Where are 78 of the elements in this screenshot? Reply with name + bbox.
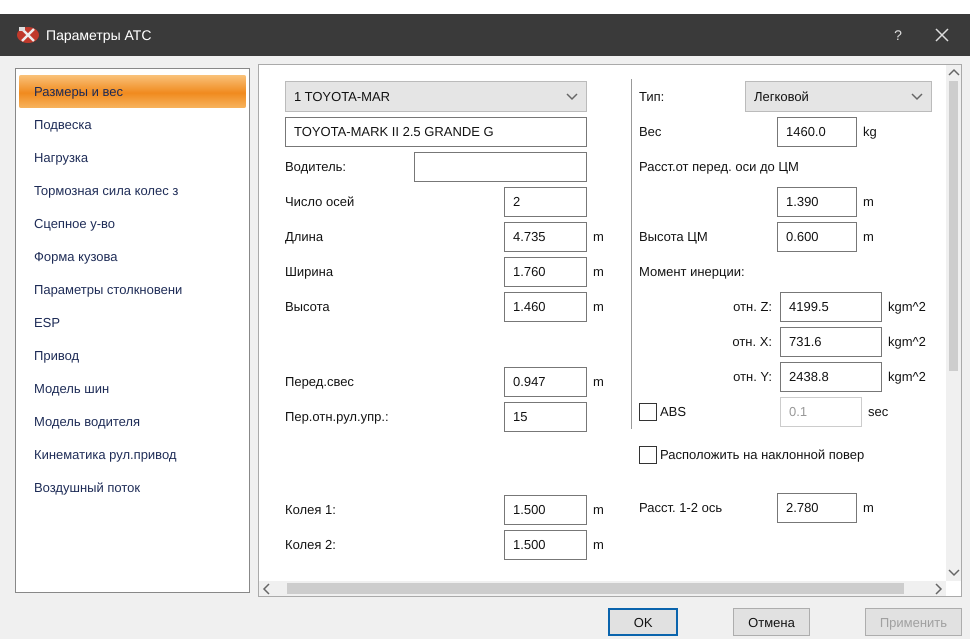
unit-label: m — [593, 537, 604, 552]
field-label: Пер.отн.рул.упр.: — [285, 409, 390, 424]
field-label: Колея 1: — [285, 502, 337, 517]
input-field[interactable] — [414, 152, 587, 182]
checkbox[interactable] — [639, 446, 657, 464]
field-label: отн. X: — [731, 334, 773, 349]
field-label: Тип: — [639, 89, 666, 104]
unit-label: kgm^2 — [888, 334, 926, 349]
field-label: Ширина — [285, 264, 334, 279]
input-field[interactable]: 1.500 — [504, 494, 587, 524]
input-field[interactable]: 2.780 — [777, 492, 857, 522]
field-label: Колея 2: — [285, 537, 337, 552]
input-field[interactable]: 1.500 — [504, 530, 587, 560]
sidebar-item[interactable]: Модель шин — [19, 372, 246, 405]
sidebar-item[interactable]: Форма кузова — [19, 240, 246, 273]
checkbox-label: ABS — [660, 404, 686, 419]
input-field[interactable]: 4199.5 — [780, 292, 882, 322]
dropdown[interactable]: 1 TOYOTA-MAR — [285, 81, 587, 112]
unit-label: m — [593, 502, 604, 517]
input-field[interactable]: 731.6 — [780, 326, 882, 356]
help-button[interactable]: ? — [878, 26, 918, 44]
input-field[interactable]: 2438.8 — [780, 362, 882, 392]
field-label: Длина — [285, 229, 324, 244]
sidebar-item[interactable]: Модель водителя — [19, 405, 246, 438]
unit-label: m — [593, 264, 604, 279]
horizontal-scrollbar[interactable] — [259, 581, 946, 596]
unit-label: m — [593, 374, 604, 389]
sidebar-item[interactable]: Параметры столкновени — [19, 273, 246, 306]
unit-label: kgm^2 — [888, 299, 926, 314]
unit-label: m — [863, 194, 874, 209]
field-label: Число осей — [285, 194, 356, 209]
unit-label: m — [863, 500, 874, 515]
section-label: Расст.от перед. оси до ЦМ — [639, 159, 800, 174]
vertical-scrollbar[interactable] — [946, 65, 961, 581]
sidebar-item[interactable]: Привод — [19, 339, 246, 372]
field-label: Вес — [639, 124, 662, 139]
dialog-button[interactable]: Отмена — [733, 608, 810, 636]
field-label: отн. Z: — [732, 299, 773, 314]
chevron-down-icon — [911, 90, 923, 102]
input-field[interactable]: 0.947 — [504, 366, 587, 396]
unit-label: sec — [868, 404, 888, 419]
app-icon — [16, 25, 40, 45]
input-field[interactable]: 2 — [504, 186, 587, 216]
unit-label: m — [593, 229, 604, 244]
unit-label: m — [863, 229, 874, 244]
checkbox-label: Расположить на наклонной повер — [660, 447, 864, 462]
unit-label: kgm^2 — [888, 369, 926, 384]
field-label: Высота ЦМ — [639, 229, 709, 244]
dropdown[interactable]: Легковой — [745, 81, 932, 112]
input-field[interactable]: 0.600 — [777, 222, 857, 252]
window-title: Параметры АТС — [46, 27, 152, 43]
input-field[interactable]: 1.760 — [504, 256, 587, 286]
sidebar-item[interactable]: Тормозная сила колес з — [19, 174, 246, 207]
sidebar-item[interactable]: ESP — [19, 306, 246, 339]
sidebar-item[interactable]: Нагрузка — [19, 141, 246, 174]
sidebar-item[interactable]: Сцепное у-во — [19, 207, 246, 240]
scroll-down-icon — [948, 567, 960, 579]
sidebar-item[interactable]: Подвеска — [19, 108, 246, 141]
field-label: Расст. 1-2 ось — [639, 500, 724, 515]
field-label: отн. Y: — [732, 369, 773, 384]
field-label: Высота — [285, 299, 331, 314]
sidebar-item[interactable]: Кинематика рул.привод — [19, 438, 246, 471]
sidebar-item[interactable]: Воздушный поток — [19, 471, 246, 504]
field-label: Водитель: — [285, 159, 348, 174]
input-field[interactable]: 1.460 — [504, 292, 587, 322]
input-field[interactable]: 15 — [504, 402, 587, 432]
input-field[interactable]: 1.390 — [777, 186, 857, 216]
input-field[interactable]: 1460.0 — [777, 116, 857, 146]
name-field[interactable]: TOYOTA-MARK II 2.5 GRANDE G — [285, 116, 587, 146]
field-label: Перед.свес — [285, 374, 355, 389]
unit-label: kg — [863, 124, 877, 139]
input-field[interactable]: 4.735 — [504, 222, 587, 252]
close-icon — [935, 28, 949, 42]
unit-label: m — [593, 299, 604, 314]
chevron-down-icon — [566, 90, 578, 102]
sidebar-item[interactable]: Размеры и вес — [19, 75, 246, 108]
section-label: Момент инерции: — [639, 264, 746, 279]
dialog-button[interactable]: OK — [608, 608, 678, 636]
